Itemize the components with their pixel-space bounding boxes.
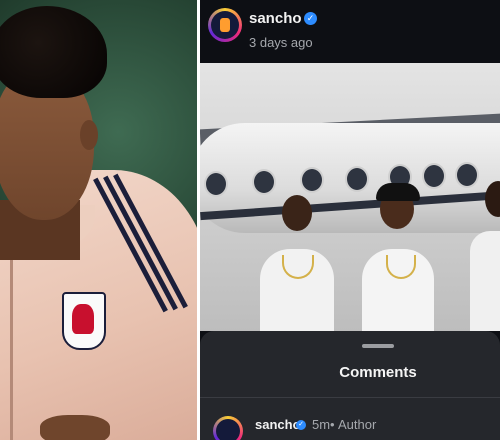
- comment-time: 5m: [312, 417, 331, 432]
- jacket-zip: [10, 235, 13, 440]
- club-crest-icon: [62, 292, 106, 350]
- jet-window: [422, 163, 446, 189]
- jet-window: [345, 166, 369, 192]
- separator-dot: •: [330, 417, 335, 432]
- post-timestamp: 3 days ago: [249, 35, 313, 50]
- comment-username[interactable]: sancho: [255, 417, 301, 432]
- verified-badge-icon: ✓: [296, 420, 306, 430]
- hair: [0, 6, 107, 98]
- jet-window: [204, 171, 228, 197]
- social-post: sancho ✓ 3 days ago Comments sancho ✓ 5m…: [200, 0, 500, 440]
- divider: [200, 397, 500, 398]
- profile-avatar-icon[interactable]: [208, 8, 242, 42]
- jet-window: [252, 169, 276, 195]
- avatar-inner: [211, 11, 239, 39]
- hand: [40, 415, 110, 440]
- author-label: Author: [338, 417, 377, 432]
- jet-window: [300, 167, 324, 193]
- jet-window: [455, 162, 479, 188]
- sheet-drag-handle[interactable]: [362, 344, 394, 348]
- cap: [376, 183, 420, 201]
- person-body: [470, 231, 500, 331]
- ear: [80, 120, 98, 150]
- post-photo[interactable]: [200, 63, 500, 331]
- person-head: [282, 195, 312, 231]
- avatar-figure-icon: [220, 18, 230, 32]
- post-username[interactable]: sancho: [249, 10, 302, 27]
- verified-badge-icon: ✓: [304, 12, 317, 25]
- post-header: sancho ✓ 3 days ago: [200, 0, 500, 63]
- player-photo: [0, 0, 197, 440]
- lion-icon: [72, 304, 94, 334]
- comments-title: Comments: [339, 364, 417, 381]
- comments-sheet: Comments sancho ✓ 5m • Author: [200, 331, 500, 440]
- avatar-inner: [216, 419, 240, 440]
- comment-avatar-icon[interactable]: [213, 416, 243, 440]
